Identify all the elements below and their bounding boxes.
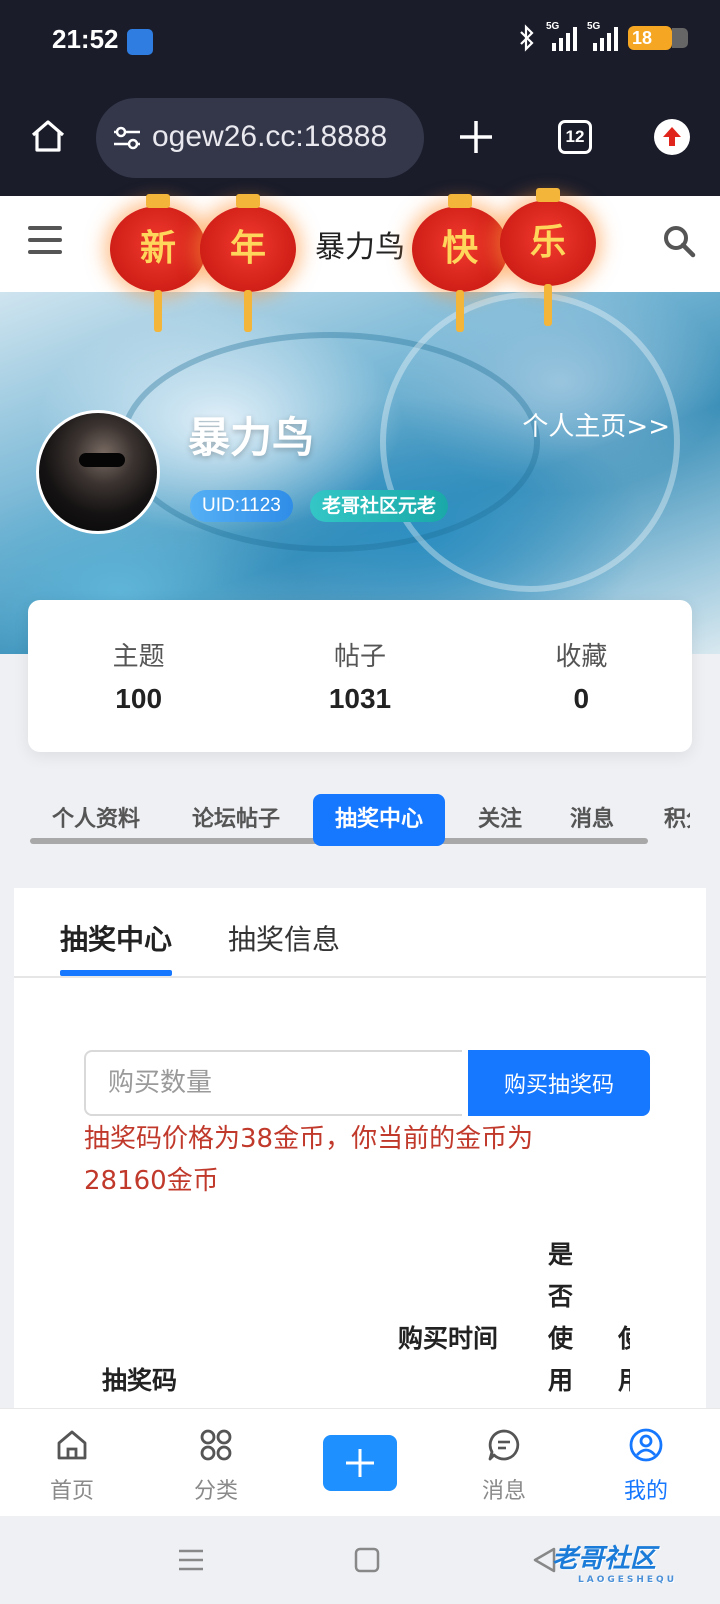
signal-icon-1: 5G <box>546 21 577 51</box>
nav-home[interactable]: 首页 <box>22 1427 122 1505</box>
lottery-panel: 抽奖中心 抽奖信息 购买抽奖码 抽奖码价格为38金币，你当前的金币为28160金… <box>14 888 706 1414</box>
home-icon <box>57 1430 87 1460</box>
tab-following[interactable]: 关注 <box>478 794 522 846</box>
tab-switcher-button[interactable]: 12 <box>558 120 592 154</box>
stats-card: 主题 100 帖子 1031 收藏 0 <box>28 600 692 752</box>
avatar[interactable] <box>36 410 160 534</box>
stat-value: 0 <box>573 683 590 714</box>
column-header: 抽奖码 <box>102 1366 178 1395</box>
home-square-icon[interactable] <box>352 1546 382 1574</box>
tab-lottery-info[interactable]: 抽奖信息 <box>228 918 340 958</box>
table-header-row: 抽奖码 购买时间 是否使用 使用时间 <box>14 1234 706 1414</box>
stat-posts[interactable]: 帖子 1031 <box>249 600 470 752</box>
stat-label: 收藏 <box>555 642 608 672</box>
rank-badge: 老哥社区元老 <box>310 490 449 522</box>
update-button[interactable] <box>654 119 690 155</box>
system-nav-bar: 老哥社区 LAOGESHEQU <box>0 1516 720 1604</box>
address-bar[interactable]: ogew26.cc:18888 <box>96 98 424 178</box>
price-note: 抽奖码价格为38金币，你当前的金币为28160金币 <box>84 1124 534 1196</box>
chat-icon <box>488 1429 520 1461</box>
section-tabs: 个人资料 论坛帖子 抽奖中心 关注 消息 积分 <box>30 794 690 850</box>
user-icon <box>629 1428 663 1462</box>
url-text: ogew26.cc:18888 <box>152 120 388 153</box>
site-header: 暴力鸟 <box>0 196 720 292</box>
nav-label: 分类 <box>193 1479 238 1504</box>
tab-profile-info[interactable]: 个人资料 <box>52 794 140 846</box>
new-tab-icon[interactable] <box>456 117 496 157</box>
tab-lottery-center[interactable]: 抽奖中心 <box>313 794 446 846</box>
nav-messages[interactable]: 消息 <box>454 1427 554 1505</box>
column-header: 使用时间 <box>618 1318 630 1414</box>
status-right: 5G 5G 18 <box>518 21 688 52</box>
lantern-decoration: 乐 <box>500 188 596 326</box>
tab-messages[interactable]: 消息 <box>570 794 614 846</box>
stat-value: 1031 <box>328 683 392 714</box>
battery-level: 18 <box>632 27 653 48</box>
tabs-divider <box>14 976 706 978</box>
tab-forum-posts[interactable]: 论坛帖子 <box>192 794 280 846</box>
tab-lottery-center-inner[interactable]: 抽奖中心 <box>60 918 172 958</box>
nav-label: 消息 <box>481 1479 526 1504</box>
column-header: 是否使用 <box>548 1240 574 1395</box>
nav-me[interactable]: 我的 <box>596 1427 696 1505</box>
recent-apps-icon[interactable] <box>176 1546 206 1574</box>
column-header: 购买时间 <box>398 1324 499 1353</box>
signal-icon-2: 5G <box>587 21 618 51</box>
tab-points[interactable]: 积分 <box>664 794 690 846</box>
uid-badge: UID:1123 <box>190 490 293 522</box>
browser-home-icon[interactable] <box>30 118 66 154</box>
personal-homepage-link[interactable]: 个人主页>> <box>522 406 670 443</box>
plus-icon <box>346 1449 374 1477</box>
lantern-decoration: 新 <box>110 194 206 332</box>
stat-label: 主题 <box>112 642 165 672</box>
quantity-input[interactable] <box>84 1050 462 1116</box>
bluetooth-icon <box>520 24 534 52</box>
search-icon[interactable] <box>662 224 696 258</box>
nav-label: 我的 <box>623 1479 668 1504</box>
buy-lottery-code-button[interactable]: 购买抽奖码 <box>468 1050 650 1116</box>
nav-label: 首页 <box>49 1479 94 1504</box>
notification-app-icon <box>127 29 153 55</box>
stat-label: 帖子 <box>333 642 386 672</box>
network-type-2: 5G <box>587 21 601 32</box>
stat-favorites[interactable]: 收藏 0 <box>471 600 692 752</box>
stat-value: 100 <box>115 683 163 714</box>
grid-icon <box>200 1429 232 1461</box>
site-settings-icon[interactable] <box>112 124 142 152</box>
network-type-1: 5G <box>546 21 560 32</box>
lantern-decoration: 快 <box>412 194 508 332</box>
page: 21:52 5G 5G 18 ogew26.cc:18888 12 暴力鸟 暴力… <box>0 0 720 1604</box>
watermark-subtext: LAOGESHEQU <box>578 1575 678 1585</box>
browser-toolbar: ogew26.cc:18888 12 <box>0 82 720 196</box>
site-title: 暴力鸟 <box>315 230 405 265</box>
nav-category[interactable]: 分类 <box>166 1427 266 1505</box>
site-watermark-logo: 老哥社区 LAOGESHEQU <box>552 1538 677 1585</box>
profile-name: 暴力鸟 <box>188 413 315 462</box>
upload-arrow-icon <box>663 127 681 146</box>
watermark-text: 老哥社区 <box>552 1544 657 1574</box>
battery-icon: 18 <box>628 26 688 50</box>
status-bar: 21:52 5G 5G 18 <box>0 0 720 82</box>
status-time: 21:52 <box>52 24 119 54</box>
stat-topics[interactable]: 主题 100 <box>28 600 249 752</box>
bottom-nav: 首页 分类 消息 我的 <box>0 1408 720 1516</box>
add-post-button[interactable] <box>323 1435 397 1491</box>
lantern-decoration: 年 <box>200 194 296 332</box>
